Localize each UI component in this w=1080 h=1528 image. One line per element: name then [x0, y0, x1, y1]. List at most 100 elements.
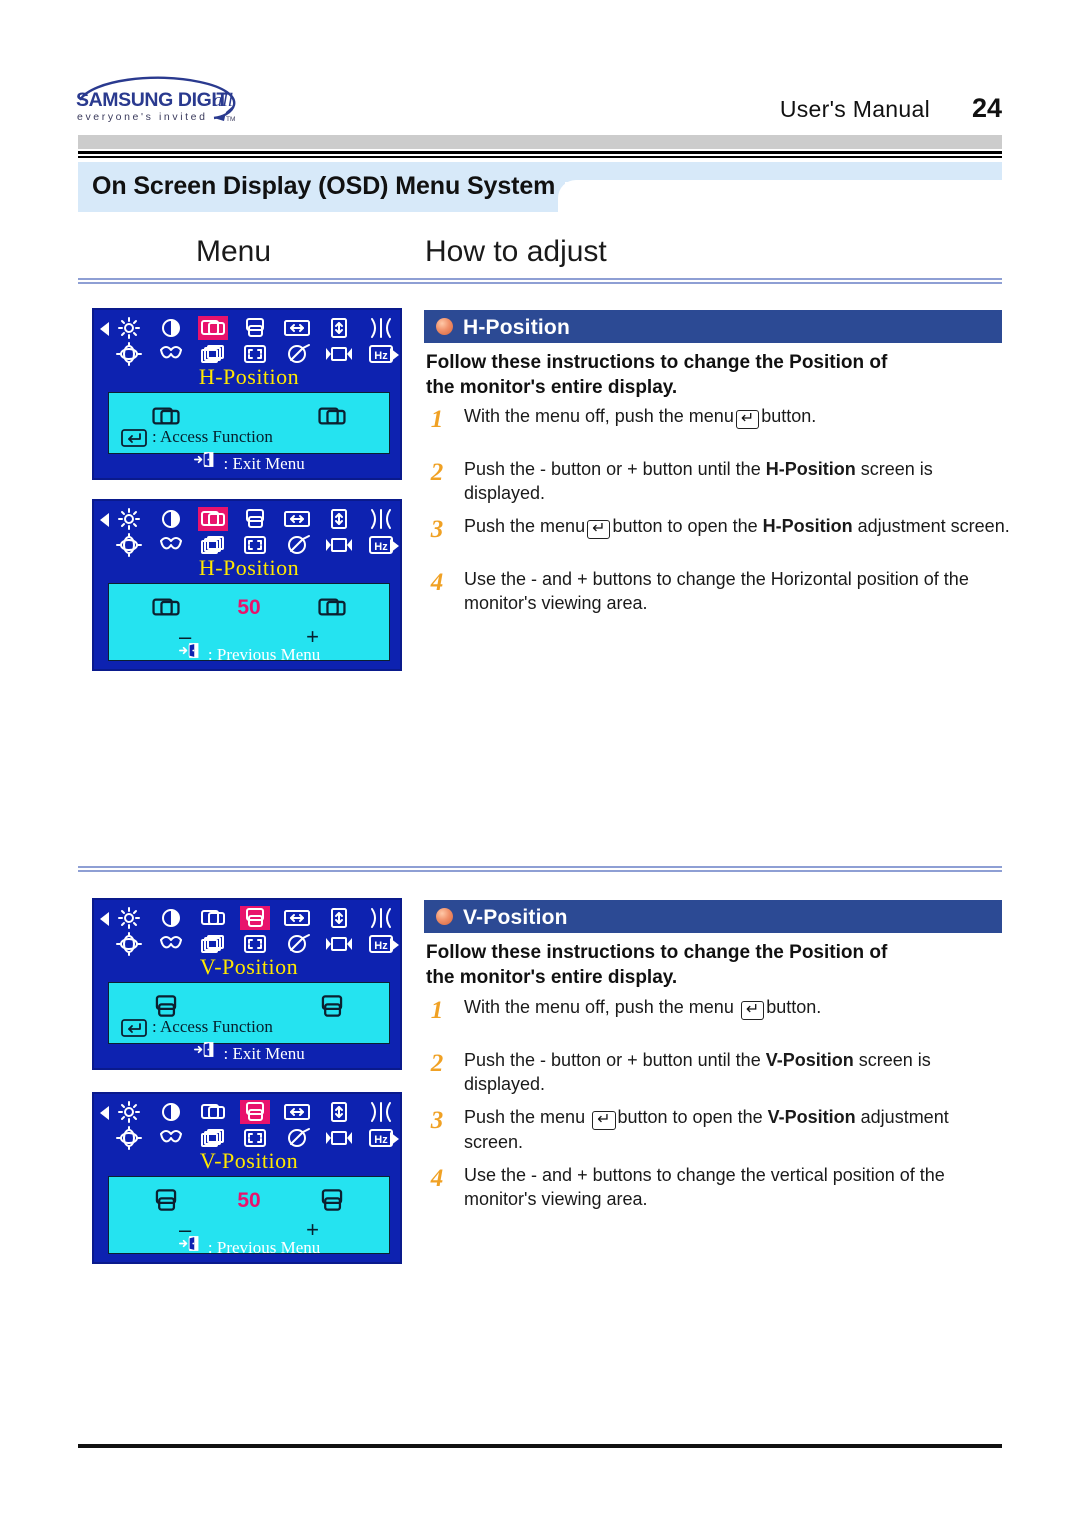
- h-size-icon[interactable]: [282, 906, 312, 930]
- parallelogram-icon[interactable]: [198, 342, 228, 366]
- pincushion-icon[interactable]: [366, 316, 396, 340]
- osd-panel-v-position-menu: Hz V-Position : Access Function : Exit Me…: [92, 898, 402, 1070]
- osd-scroll-left-icon[interactable]: [100, 322, 109, 336]
- trapezoid-icon[interactable]: [156, 1126, 186, 1150]
- parallelogram-icon[interactable]: [198, 533, 228, 557]
- v-position-icon[interactable]: [240, 507, 270, 531]
- recall-icon[interactable]: [324, 533, 354, 557]
- osd-access-text: : Access Function: [152, 1016, 273, 1036]
- degauss-icon[interactable]: [282, 533, 312, 557]
- contrast-icon[interactable]: [156, 507, 186, 531]
- pincushion-icon[interactable]: [366, 507, 396, 531]
- section-lead-h-position: Follow these instructions to change the …: [426, 350, 986, 400]
- rotation-icon[interactable]: [114, 1126, 144, 1150]
- step-item: 3 Push the menu ↵ button to open the H-Pos…: [424, 514, 1010, 558]
- h-position-icon[interactable]: [198, 507, 228, 531]
- pincushion-icon[interactable]: [366, 1100, 396, 1124]
- step-emphasis: V-Position: [765, 1050, 854, 1070]
- step-text: Push the - button or + button until the: [464, 1050, 766, 1070]
- step-text: adjustment screen.: [852, 516, 1010, 537]
- step-number: 3: [430, 1107, 444, 1135]
- contrast-icon[interactable]: [156, 316, 186, 340]
- degauss-icon[interactable]: [282, 342, 312, 366]
- enter-key-icon: ↵: [740, 1001, 765, 1020]
- v-size-icon[interactable]: [324, 316, 354, 340]
- frequency-hz-icon[interactable]: Hz: [366, 342, 396, 366]
- manual-page: SAMSUNG DIGIT all everyone's invited TM …: [0, 0, 1080, 1528]
- h-position-icon[interactable]: [198, 316, 228, 340]
- rotation-icon[interactable]: [114, 932, 144, 956]
- section-lead-v-position: Follow these instructions to change the …: [426, 940, 986, 990]
- h-size-icon[interactable]: [282, 1100, 312, 1124]
- osd-footer: : Previous Menu: [94, 1234, 404, 1258]
- v-position-icon[interactable]: [240, 1100, 270, 1124]
- step-number: 1: [430, 406, 444, 433]
- v-size-icon[interactable]: [324, 507, 354, 531]
- recall-icon[interactable]: [324, 1126, 354, 1150]
- brightness-icon[interactable]: [114, 906, 144, 930]
- osd-icon-row: Hz: [94, 904, 404, 960]
- frequency-hz-icon[interactable]: Hz: [366, 932, 396, 956]
- zoom-icon[interactable]: [240, 342, 270, 366]
- trapezoid-icon[interactable]: [156, 342, 186, 366]
- brightness-icon[interactable]: [114, 1100, 144, 1124]
- step-item: 2 Push the - button or + button until th…: [424, 457, 1010, 505]
- rotation-icon[interactable]: [114, 533, 144, 557]
- osd-access-line: : Access Function: [121, 427, 273, 447]
- v-size-icon[interactable]: [324, 1100, 354, 1124]
- v-size-icon[interactable]: [324, 906, 354, 930]
- v-position-icon[interactable]: [240, 906, 270, 930]
- exit-door-icon: [178, 1234, 204, 1253]
- h-size-icon[interactable]: [282, 507, 312, 531]
- h-position-icon[interactable]: [198, 1100, 228, 1124]
- rotation-icon[interactable]: [114, 342, 144, 366]
- step-number: 4: [430, 569, 444, 597]
- trapezoid-icon[interactable]: [156, 533, 186, 557]
- contrast-icon[interactable]: [156, 906, 186, 930]
- zoom-icon[interactable]: [240, 533, 270, 557]
- degauss-icon[interactable]: [282, 1126, 312, 1150]
- step-body: Use the - and + buttons to change the Ho…: [464, 567, 1010, 615]
- step-text: Push the - button or + button until the: [464, 459, 766, 479]
- brightness-icon[interactable]: [114, 316, 144, 340]
- brightness-icon[interactable]: [114, 507, 144, 531]
- v-position-icon[interactable]: [240, 316, 270, 340]
- step-emphasis: H-Position: [762, 516, 853, 537]
- section-banner-notch: [558, 180, 1002, 212]
- step-text: button.: [766, 997, 822, 1017]
- exit-door-icon: [193, 1040, 219, 1059]
- osd-footer: : Previous Menu: [94, 641, 404, 665]
- degauss-icon[interactable]: [282, 932, 312, 956]
- step-number: 3: [430, 516, 444, 544]
- recall-icon[interactable]: [324, 932, 354, 956]
- section-title: H-Position: [463, 316, 570, 339]
- recall-icon[interactable]: [324, 342, 354, 366]
- manual-label: User's Manual: [779, 96, 930, 122]
- svg-text:SAMSUNG DIGIT: SAMSUNG DIGIT: [76, 89, 228, 111]
- parallelogram-icon[interactable]: [198, 932, 228, 956]
- frequency-hz-icon[interactable]: Hz: [366, 533, 396, 557]
- frequency-hz-icon[interactable]: Hz: [366, 1126, 396, 1150]
- osd-access-text: : Access Function: [152, 426, 273, 446]
- osd-scroll-left-icon[interactable]: [100, 1106, 109, 1120]
- pincushion-icon[interactable]: [366, 906, 396, 930]
- lead-line-2: the monitor's entire display.: [426, 377, 678, 399]
- exit-door-icon: [193, 450, 219, 469]
- h-position-icon[interactable]: [198, 906, 228, 930]
- trapezoid-icon[interactable]: [156, 932, 186, 956]
- page-title: On Screen Display (OSD) Menu System: [92, 172, 556, 200]
- zoom-icon[interactable]: [240, 1126, 270, 1150]
- osd-inner-area: : Access Function: [108, 392, 390, 454]
- zoom-icon[interactable]: [240, 932, 270, 956]
- section-banner-tail: [565, 162, 1002, 182]
- svg-text:everyone's invited: everyone's invited: [77, 111, 208, 123]
- osd-panel-h-position-menu: Hz H-Position : Access Function : Exit Me…: [92, 308, 402, 480]
- osd-current-label: V-Position: [199, 954, 299, 979]
- osd-scroll-left-icon[interactable]: [100, 513, 109, 527]
- osd-scroll-left-icon[interactable]: [100, 912, 109, 926]
- contrast-icon[interactable]: [156, 1100, 186, 1124]
- h-size-icon[interactable]: [282, 316, 312, 340]
- parallelogram-icon[interactable]: [198, 1126, 228, 1150]
- bullet-sphere-icon: [436, 318, 453, 335]
- step-body: With the menu off, push the menu ↵ button…: [464, 995, 1010, 1020]
